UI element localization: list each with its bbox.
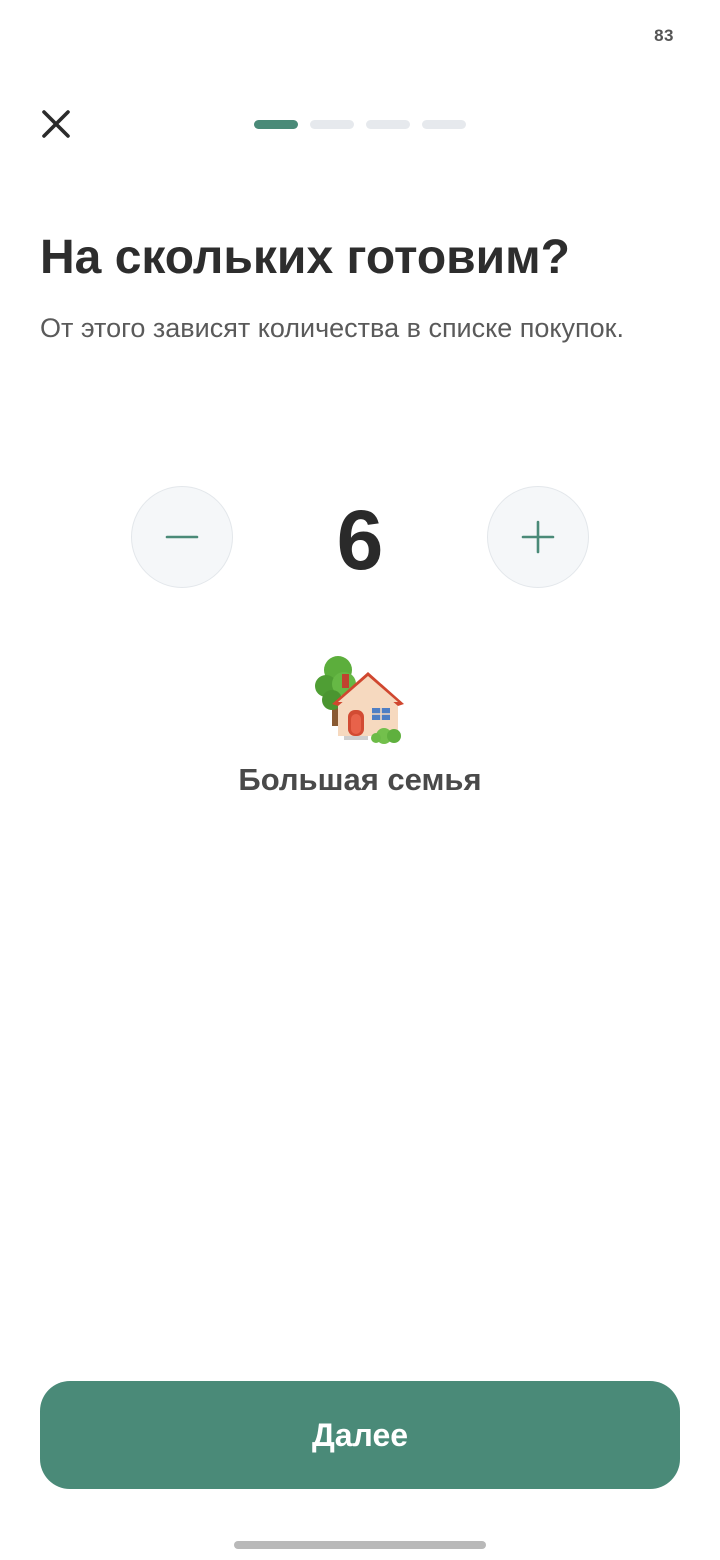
increment-button[interactable] [487,486,589,588]
page-subtitle: От этого зависят количества в списке пок… [40,313,624,343]
home-indicator[interactable] [234,1541,486,1549]
progress-indicator [254,120,466,129]
family-size-label: Большая семья [238,762,482,797]
progress-step [422,120,466,129]
status-bar-value: 83 [654,26,674,45]
close-button[interactable] [36,104,76,144]
plus-icon [521,520,555,554]
next-button[interactable]: Далее [40,1381,680,1489]
house-with-garden-icon [315,656,404,744]
decrement-button[interactable] [131,486,233,588]
progress-step [366,120,410,129]
close-icon [42,110,70,138]
progress-step [310,120,354,129]
page-title: На скольких готовим? [40,231,570,284]
servings-count: 6 [336,493,384,587]
minus-icon [165,535,199,539]
progress-step [254,120,298,129]
